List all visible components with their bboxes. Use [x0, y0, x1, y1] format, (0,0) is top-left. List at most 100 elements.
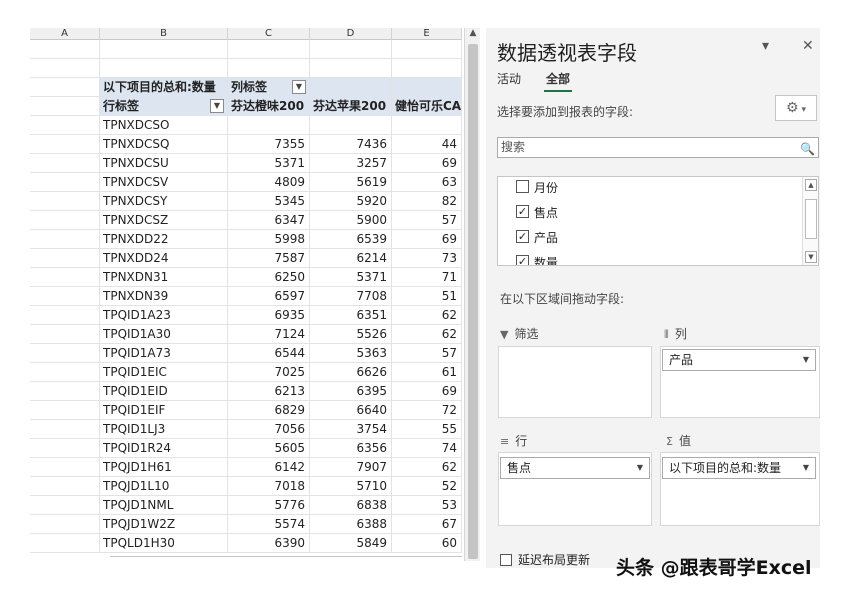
empty-cell[interactable]: [30, 287, 100, 306]
value-cell[interactable]: 5371: [310, 268, 392, 287]
value-cell[interactable]: 62: [392, 458, 462, 477]
rows-field-pill[interactable]: 售点 ▼: [500, 457, 650, 479]
value-cell[interactable]: 61: [392, 363, 462, 382]
value-cell[interactable]: 6214: [310, 249, 392, 268]
close-icon[interactable]: ✕: [802, 38, 814, 54]
checkbox-checked[interactable]: ✓: [516, 230, 529, 243]
value-cell[interactable]: 5345: [228, 192, 310, 211]
value-cell[interactable]: 7587: [228, 249, 310, 268]
columns-drop-zone[interactable]: 产品 ▼: [660, 346, 820, 418]
value-cell[interactable]: [310, 116, 392, 135]
empty-cell[interactable]: [30, 496, 100, 515]
field-item-quantity[interactable]: ✓ 数量: [516, 254, 558, 265]
pivot-col-header[interactable]: 健怡可乐CA: [392, 97, 462, 116]
row-label-cell[interactable]: TPQID1A73: [100, 344, 228, 363]
scroll-up-arrow-icon[interactable]: ▲: [805, 179, 817, 191]
value-cell[interactable]: 4809: [228, 173, 310, 192]
empty-cell[interactable]: [30, 439, 100, 458]
value-cell[interactable]: 73: [392, 249, 462, 268]
value-cell[interactable]: 69: [392, 382, 462, 401]
empty-cell[interactable]: [30, 382, 100, 401]
pivot-col-header[interactable]: 芬达苹果200: [310, 97, 392, 116]
row-label-cell[interactable]: TPNXDCSV: [100, 173, 228, 192]
value-cell[interactable]: 7124: [228, 325, 310, 344]
checkbox[interactable]: [516, 180, 529, 193]
empty-cell[interactable]: [30, 401, 100, 420]
column-header-c[interactable]: C: [228, 28, 310, 40]
row-label-cell[interactable]: TPQID1EIF: [100, 401, 228, 420]
scroll-thumb[interactable]: [805, 199, 817, 239]
row-label-cell[interactable]: TPQID1LJ3: [100, 420, 228, 439]
chevron-down-icon[interactable]: ▾: [762, 38, 769, 54]
value-cell[interactable]: 71: [392, 268, 462, 287]
empty-cell[interactable]: [30, 78, 100, 97]
value-cell[interactable]: 7708: [310, 287, 392, 306]
empty-cell[interactable]: [30, 458, 100, 477]
empty-cell[interactable]: [30, 154, 100, 173]
sheet-vertical-scrollbar[interactable]: ▲: [464, 28, 480, 561]
row-label-cell[interactable]: TPQID1R24: [100, 439, 228, 458]
chevron-down-icon[interactable]: ▼: [803, 350, 809, 370]
row-label-cell[interactable]: TPNXDCSQ: [100, 135, 228, 154]
value-cell[interactable]: 62: [392, 306, 462, 325]
row-label-cell[interactable]: TPNXDCSO: [100, 116, 228, 135]
field-list-scrollbar[interactable]: ▲ ▼: [802, 177, 818, 265]
value-cell[interactable]: 5574: [228, 515, 310, 534]
row-label-cell[interactable]: TPQJD1H61: [100, 458, 228, 477]
empty-cell[interactable]: [30, 230, 100, 249]
empty-cell[interactable]: [392, 59, 462, 78]
value-cell[interactable]: 6356: [310, 439, 392, 458]
scroll-down-arrow-icon[interactable]: ▼: [805, 251, 817, 263]
column-header-e[interactable]: E: [392, 28, 462, 40]
value-cell[interactable]: 5526: [310, 325, 392, 344]
pivot-values-label[interactable]: 以下项目的总和:数量: [100, 78, 228, 97]
spreadsheet-grid[interactable]: A B C D E 以下项目的总和:数量 列标签 ▼ 行标签 ▼ 芬达橙味200 芬达苹果2…: [30, 28, 462, 561]
empty-cell[interactable]: [392, 40, 462, 59]
value-cell[interactable]: 7018: [228, 477, 310, 496]
chevron-down-icon[interactable]: ▼: [803, 458, 809, 478]
value-cell[interactable]: 5710: [310, 477, 392, 496]
value-cell[interactable]: 44: [392, 135, 462, 154]
value-cell[interactable]: 6395: [310, 382, 392, 401]
row-label-cell[interactable]: TPNXDCSY: [100, 192, 228, 211]
value-cell[interactable]: 5371: [228, 154, 310, 173]
value-cell[interactable]: 7436: [310, 135, 392, 154]
empty-cell[interactable]: [30, 363, 100, 382]
value-cell[interactable]: 3754: [310, 420, 392, 439]
empty-cell[interactable]: [310, 59, 392, 78]
value-cell[interactable]: 6351: [310, 306, 392, 325]
value-cell[interactable]: 6250: [228, 268, 310, 287]
row-label-cell[interactable]: TPNXDN39: [100, 287, 228, 306]
value-cell[interactable]: 57: [392, 211, 462, 230]
value-cell[interactable]: 6142: [228, 458, 310, 477]
empty-cell[interactable]: [30, 116, 100, 135]
value-cell[interactable]: 7907: [310, 458, 392, 477]
row-label-cell[interactable]: TPQID1EIC: [100, 363, 228, 382]
value-cell[interactable]: 6935: [228, 306, 310, 325]
empty-cell[interactable]: [228, 59, 310, 78]
value-cell[interactable]: [392, 116, 462, 135]
empty-cell[interactable]: [228, 40, 310, 59]
values-field-pill[interactable]: 以下项目的总和:数量 ▼: [662, 457, 816, 479]
header-fill[interactable]: [392, 78, 462, 97]
empty-cell[interactable]: [30, 534, 100, 553]
rows-drop-zone[interactable]: 售点 ▼: [498, 452, 652, 526]
row-label-cell[interactable]: TPNXDD24: [100, 249, 228, 268]
empty-cell[interactable]: [30, 97, 100, 116]
empty-cell[interactable]: [100, 59, 228, 78]
row-label-cell[interactable]: TPQID1A23: [100, 306, 228, 325]
value-cell[interactable]: 6390: [228, 534, 310, 553]
value-cell[interactable]: 7025: [228, 363, 310, 382]
settings-button[interactable]: ⚙ ▾: [775, 95, 817, 121]
value-cell[interactable]: 6597: [228, 287, 310, 306]
value-cell[interactable]: 5998: [228, 230, 310, 249]
row-label-cell[interactable]: TPQJD1L10: [100, 477, 228, 496]
value-cell[interactable]: 6544: [228, 344, 310, 363]
row-label-cell[interactable]: TPQJD1W2Z: [100, 515, 228, 534]
row-label-cell[interactable]: TPNXDCSU: [100, 154, 228, 173]
empty-cell[interactable]: [30, 325, 100, 344]
empty-cell[interactable]: [30, 173, 100, 192]
value-cell[interactable]: 69: [392, 230, 462, 249]
row-label-cell[interactable]: TPNXDCSZ: [100, 211, 228, 230]
value-cell[interactable]: 6838: [310, 496, 392, 515]
